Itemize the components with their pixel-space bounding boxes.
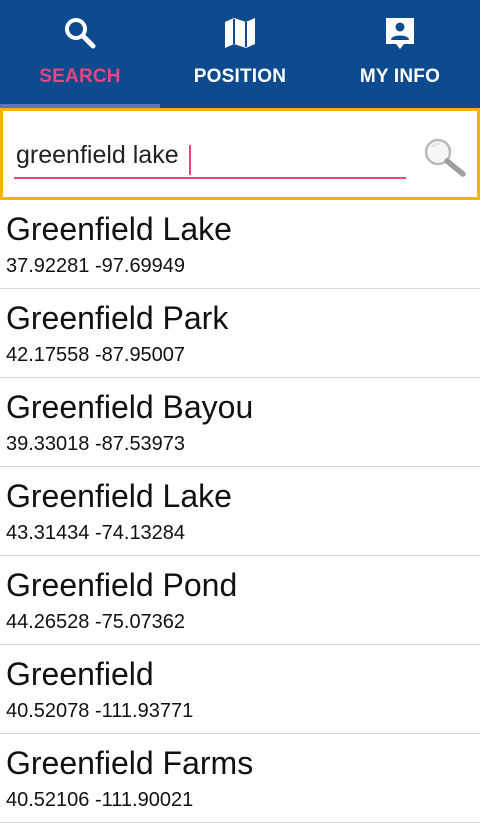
result-name: Greenfield Farms (6, 745, 254, 781)
result-name: Greenfield Pond (6, 567, 238, 603)
result-coords: 44.26528 -75.07362 (6, 611, 186, 633)
top-tab-bar: SEARCH POSITION MY INFO (0, 0, 480, 108)
result-item[interactable]: Greenfield Park 42.17558 -87.95007 (0, 289, 480, 378)
result-item[interactable]: Greenfield Bayou 39.33018 -87.53973 (0, 378, 480, 467)
result-coords: 40.52106 -111.90021 (6, 789, 194, 811)
result-name: Greenfield (6, 656, 154, 692)
contact-card-icon (386, 18, 414, 49)
search-icon (65, 18, 96, 49)
result-name: Greenfield Bayou (6, 389, 254, 425)
tab-my-info[interactable]: MY INFO (320, 0, 480, 108)
result-name: Greenfield Lake (6, 478, 232, 514)
tab-position[interactable]: POSITION (160, 0, 320, 108)
tab-search[interactable]: SEARCH (0, 0, 160, 108)
search-input[interactable] (14, 139, 406, 179)
results-list: Greenfield Lake 37.92281 -97.69949 Green… (0, 200, 480, 823)
tab-position-label: POSITION (193, 66, 287, 87)
result-item[interactable]: Greenfield Lake 43.31434 -74.13284 (0, 467, 480, 556)
tab-my-info-label: MY INFO (359, 66, 441, 87)
result-name: Greenfield Park (6, 300, 229, 336)
search-panel (0, 108, 480, 200)
result-coords: 37.92281 -97.69949 (6, 255, 186, 277)
tab-search-label: SEARCH (39, 66, 121, 87)
search-button[interactable] (419, 135, 469, 179)
text-cursor (189, 145, 191, 175)
result-coords: 42.17558 -87.95007 (6, 344, 186, 366)
result-item[interactable]: Greenfield Lake 37.92281 -97.69949 (0, 200, 480, 289)
magnifier-icon (424, 138, 466, 177)
result-coords: 39.33018 -87.53973 (6, 433, 186, 455)
result-item[interactable]: Greenfield Pond 44.26528 -75.07362 (0, 556, 480, 645)
result-coords: 40.52078 -111.93771 (6, 700, 194, 722)
result-item[interactable]: Greenfield Farms 40.52106 -111.90021 (0, 734, 480, 823)
result-name: Greenfield Lake (6, 211, 232, 247)
result-coords: 43.31434 -74.13284 (6, 522, 186, 544)
map-icon (225, 18, 255, 48)
result-item[interactable]: Greenfield 40.52078 -111.93771 (0, 645, 480, 734)
